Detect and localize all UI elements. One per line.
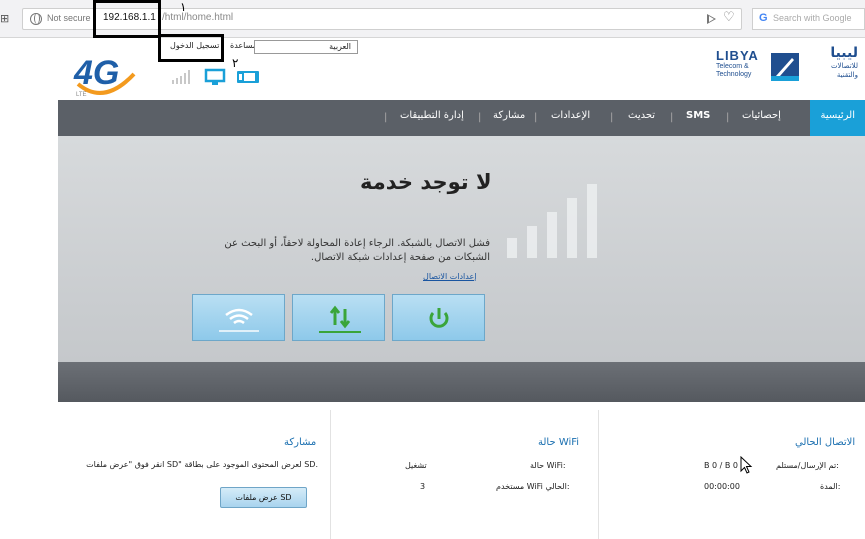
sent-received-value: B 0 / B 0 [704, 461, 739, 470]
no-service-title: لا توجد خدمة [360, 170, 492, 194]
logo-sub: LTE [76, 92, 87, 98]
duration-value: 00:00:00 [704, 482, 740, 491]
language-select[interactable]: العربية [254, 40, 358, 54]
power-button[interactable] [392, 294, 485, 341]
nav-separator: | [610, 112, 614, 123]
annotation-box-url [93, 0, 161, 38]
share-section-title: مشاركة [284, 437, 317, 448]
view-sd-files-button[interactable]: عرض ملفات SD [220, 487, 307, 508]
power-icon [429, 308, 449, 328]
nav-item-home[interactable]: الرئيسية [810, 100, 865, 136]
help-link[interactable]: مساعدة [230, 41, 257, 50]
nav-separator: | [726, 112, 730, 123]
wifi-status-label: حالة WiFi: [530, 461, 566, 470]
signal-strength-icon [172, 70, 190, 84]
brand-en-sub1: Telecom & [716, 63, 749, 70]
nav-separator: | [478, 112, 482, 123]
computer-icon[interactable] [204, 68, 228, 86]
signal-bars-icon [507, 184, 597, 258]
wifi-users-label: مستخدم WiFi الحالي: [496, 482, 570, 491]
main-nav: الرئيسية إحصائيات | SMS | تحديث | الإعدا… [58, 100, 865, 136]
security-label[interactable]: Not secure [47, 13, 91, 23]
data-transfer-icon [319, 305, 361, 333]
brand-ar-sub2: والتقنية [836, 71, 858, 79]
brand-en: LIBYA [716, 48, 759, 63]
bookmark-heart-icon[interactable]: ♡ [723, 10, 735, 26]
nav-separator: | [534, 112, 538, 123]
wifi-users-value: 3 [420, 482, 426, 491]
wifi-icon [219, 308, 259, 332]
brand-ar: ليبيا [830, 45, 858, 61]
nav-item-app-management[interactable]: إدارة التطبيقات [400, 110, 464, 121]
wifi-section-title: حالة WiFi [538, 437, 580, 448]
brand-ar-sub1: للاتصالات [830, 62, 858, 70]
google-icon: G [759, 12, 768, 24]
data-transfer-button[interactable] [292, 294, 385, 341]
duration-label: المدة: [820, 482, 841, 491]
search-placeholder: Search with Google [773, 13, 852, 23]
share-description: انقر فوق "عرض ملفات SD" لعرض المحتوى الم… [86, 460, 318, 469]
annotation-number-1: ١ [180, 0, 187, 14]
4g-logo: 4G LTE [73, 54, 136, 98]
brand-en-sub2: Technology [716, 71, 752, 78]
nav-item-statistics[interactable]: إحصائيات [742, 110, 781, 121]
status-panel-footer [58, 362, 865, 402]
grid-icon[interactable]: ⊞ [0, 12, 9, 25]
device-icon[interactable] [236, 68, 262, 86]
no-service-message: فشل الاتصال بالشبكة. الرجاء إعادة المحاو… [224, 238, 490, 263]
nav-item-home-label: الرئيسية [820, 110, 855, 121]
sent-received-label: تم الإرسال/مستلم: [776, 461, 839, 470]
nav-item-share[interactable]: مشاركة [493, 110, 525, 121]
login-link[interactable]: تسجيل الدخول [170, 41, 219, 50]
connection-section-title: الاتصال الحالي [795, 437, 856, 448]
libya-mark-icon [771, 53, 799, 81]
section-divider [330, 410, 331, 539]
nav-item-settings[interactable]: الإعدادات [551, 110, 590, 121]
reader-icon[interactable] [707, 14, 716, 24]
logo-text: 4G [73, 54, 119, 92]
nav-item-sms[interactable]: SMS [686, 110, 710, 121]
nav-separator: | [384, 112, 388, 123]
nav-item-update[interactable]: تحديث [628, 110, 655, 121]
browser-search-box[interactable]: G Search with Google [752, 8, 865, 30]
wifi-status-value: تشغيل [405, 461, 427, 470]
wifi-button[interactable] [192, 294, 285, 341]
url-path[interactable]: /html/home.html [162, 12, 233, 23]
section-divider [598, 410, 599, 539]
mouse-cursor-icon [740, 456, 753, 474]
globe-icon [30, 13, 42, 25]
nav-separator: | [670, 112, 674, 123]
connection-settings-link[interactable]: إعدادات الاتصال [423, 272, 476, 281]
